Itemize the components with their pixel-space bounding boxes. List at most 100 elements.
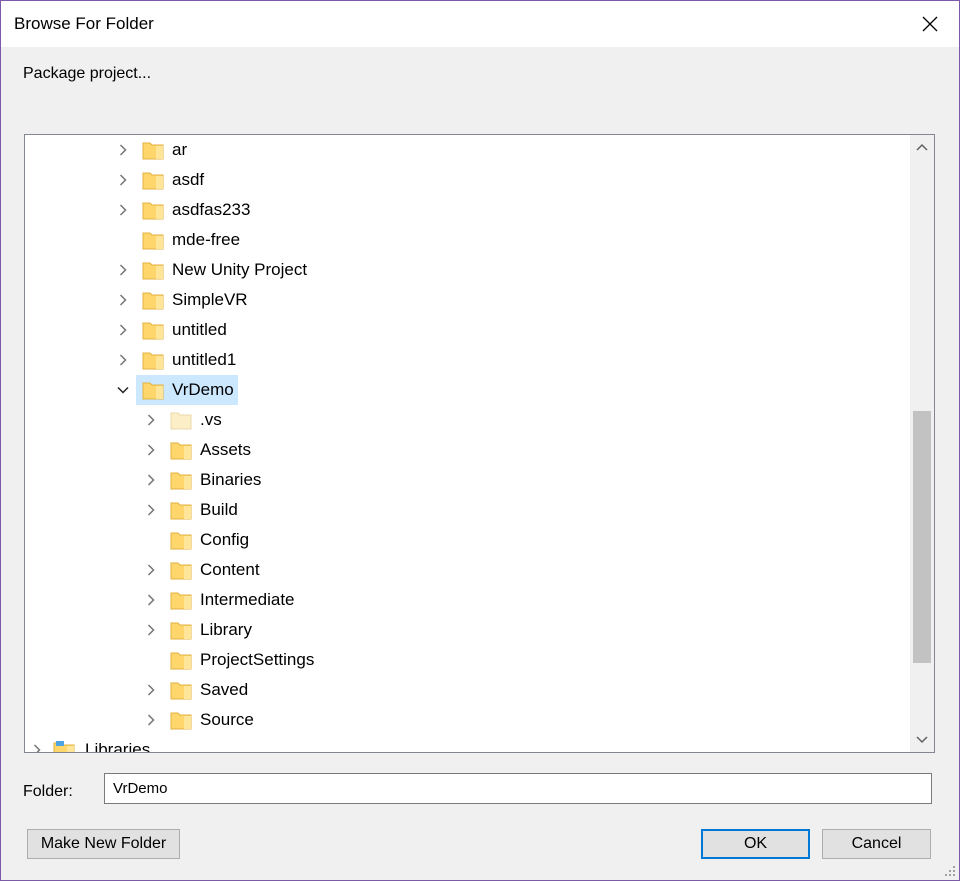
ok-button[interactable]: OK xyxy=(701,829,810,859)
expander-button[interactable] xyxy=(115,202,131,218)
folder-icon xyxy=(170,442,192,460)
tree-item-libraries[interactable]: Libraries xyxy=(25,735,909,752)
folder-icon xyxy=(170,712,192,730)
tree-item-vrdemo[interactable]: VrDemo xyxy=(25,375,909,405)
tree-item-label: asdf xyxy=(172,170,205,189)
folder-name-input[interactable] xyxy=(104,773,932,804)
tree-item-label: Config xyxy=(200,530,250,549)
folder-icon xyxy=(142,202,164,220)
expander-button[interactable] xyxy=(143,592,159,608)
tree-item-ar[interactable]: ar xyxy=(25,135,909,165)
instruction-text: Package project... xyxy=(23,65,152,82)
expander-button[interactable] xyxy=(143,712,159,728)
vertical-scrollbar[interactable] xyxy=(910,135,934,752)
tree-item-projectsettings[interactable]: ProjectSettings xyxy=(25,645,909,675)
tree-item-config[interactable]: Config xyxy=(25,525,909,555)
tree-item-label: SimpleVR xyxy=(172,290,248,309)
tree-item-mde-free[interactable]: mde-free xyxy=(25,225,909,255)
expander-button[interactable] xyxy=(143,562,159,578)
expander-button[interactable] xyxy=(29,742,45,752)
chevron-right-icon xyxy=(147,564,155,576)
chevron-right-icon xyxy=(119,354,127,366)
folder-icon xyxy=(142,382,164,400)
tree-item-simplevr[interactable]: SimpleVR xyxy=(25,285,909,315)
tree-item-binaries[interactable]: Binaries xyxy=(25,465,909,495)
chevron-right-icon xyxy=(147,504,155,516)
folder-icon xyxy=(170,682,192,700)
tree-item-label: Intermediate xyxy=(200,590,295,609)
chevron-up-icon xyxy=(916,143,928,151)
make-new-folder-button[interactable]: Make New Folder xyxy=(27,829,180,859)
tree-item-label: Content xyxy=(200,560,260,579)
tree-item-content[interactable]: Content xyxy=(25,555,909,585)
folder-icon xyxy=(170,562,192,580)
folder-tree[interactable]: ar asdf asdfas233 mde-free New Unity Project… xyxy=(24,134,935,753)
chevron-right-icon xyxy=(147,684,155,696)
folder-icon xyxy=(170,622,192,640)
tree-item-source[interactable]: Source xyxy=(25,705,909,735)
close-icon xyxy=(922,16,938,32)
tree-item-label: ar xyxy=(172,140,188,159)
tree-item-label: Source xyxy=(200,710,254,729)
folder-icon xyxy=(170,532,192,550)
tree-item-new-unity-project[interactable]: New Unity Project xyxy=(25,255,909,285)
tree-item-label: Library xyxy=(200,620,252,639)
expander-button[interactable] xyxy=(143,682,159,698)
expander-button[interactable] xyxy=(115,322,131,338)
tree-item-untitled[interactable]: untitled xyxy=(25,315,909,345)
tree-item-assets[interactable]: Assets xyxy=(25,435,909,465)
chevron-right-icon xyxy=(119,174,127,186)
tree-item-label: untitled1 xyxy=(172,350,237,369)
expander-button[interactable] xyxy=(143,472,159,488)
scroll-down-button[interactable] xyxy=(910,728,934,752)
tree-item-intermediate[interactable]: Intermediate xyxy=(25,585,909,615)
folder-icon xyxy=(170,412,192,430)
browse-for-folder-dialog: Browse For Folder Package project... ar a… xyxy=(0,0,960,881)
folder-icon xyxy=(142,232,164,250)
tree-item-build[interactable]: Build xyxy=(25,495,909,525)
expander-button[interactable] xyxy=(143,502,159,518)
tree-item-untitled1[interactable]: untitled1 xyxy=(25,345,909,375)
dialog-title: Browse For Folder xyxy=(14,14,154,33)
tree-item-asdfas233[interactable]: asdfas233 xyxy=(25,195,909,225)
tree-item-vs[interactable]: .vs xyxy=(25,405,909,435)
expander-button[interactable] xyxy=(115,382,131,398)
chevron-right-icon xyxy=(147,624,155,636)
tree-item-asdf[interactable]: asdf xyxy=(25,165,909,195)
expander-button[interactable] xyxy=(115,172,131,188)
folder-icon xyxy=(170,652,192,670)
expander-button[interactable] xyxy=(115,142,131,158)
tree-item-label: Binaries xyxy=(200,470,262,489)
chevron-right-icon xyxy=(33,744,41,752)
tree-item-label: mde-free xyxy=(172,230,241,249)
tree-item-label: ProjectSettings xyxy=(200,650,315,669)
tree-item-label: Saved xyxy=(200,680,249,699)
tree-item-label: Libraries xyxy=(85,740,151,752)
expander-button[interactable] xyxy=(143,442,159,458)
expander-button[interactable] xyxy=(143,412,159,428)
scrollbar-thumb[interactable] xyxy=(913,411,931,663)
tree-item-label: Build xyxy=(200,500,238,519)
chevron-right-icon xyxy=(119,144,127,156)
tree-item-label: VrDemo xyxy=(172,380,234,399)
tree-item-label: New Unity Project xyxy=(172,260,308,279)
tree-item-label: .vs xyxy=(200,410,222,429)
expander-button[interactable] xyxy=(115,262,131,278)
tree-item-label: Assets xyxy=(200,440,252,459)
close-button[interactable] xyxy=(901,1,959,47)
chevron-down-icon xyxy=(117,386,129,394)
tree-item-library[interactable]: Library xyxy=(25,615,909,645)
chevron-right-icon xyxy=(147,444,155,456)
folder-icon xyxy=(142,262,164,280)
folder-icon xyxy=(142,322,164,340)
expander-button[interactable] xyxy=(115,292,131,308)
chevron-down-icon xyxy=(916,736,928,744)
tree-item-saved[interactable]: Saved xyxy=(25,675,909,705)
expander-button[interactable] xyxy=(143,622,159,638)
chevron-right-icon xyxy=(119,294,127,306)
resize-grip-icon[interactable] xyxy=(942,863,956,877)
cancel-button[interactable]: Cancel xyxy=(822,829,931,859)
expander-button[interactable] xyxy=(115,352,131,368)
title-bar[interactable]: Browse For Folder xyxy=(1,1,959,47)
scroll-up-button[interactable] xyxy=(910,135,934,159)
